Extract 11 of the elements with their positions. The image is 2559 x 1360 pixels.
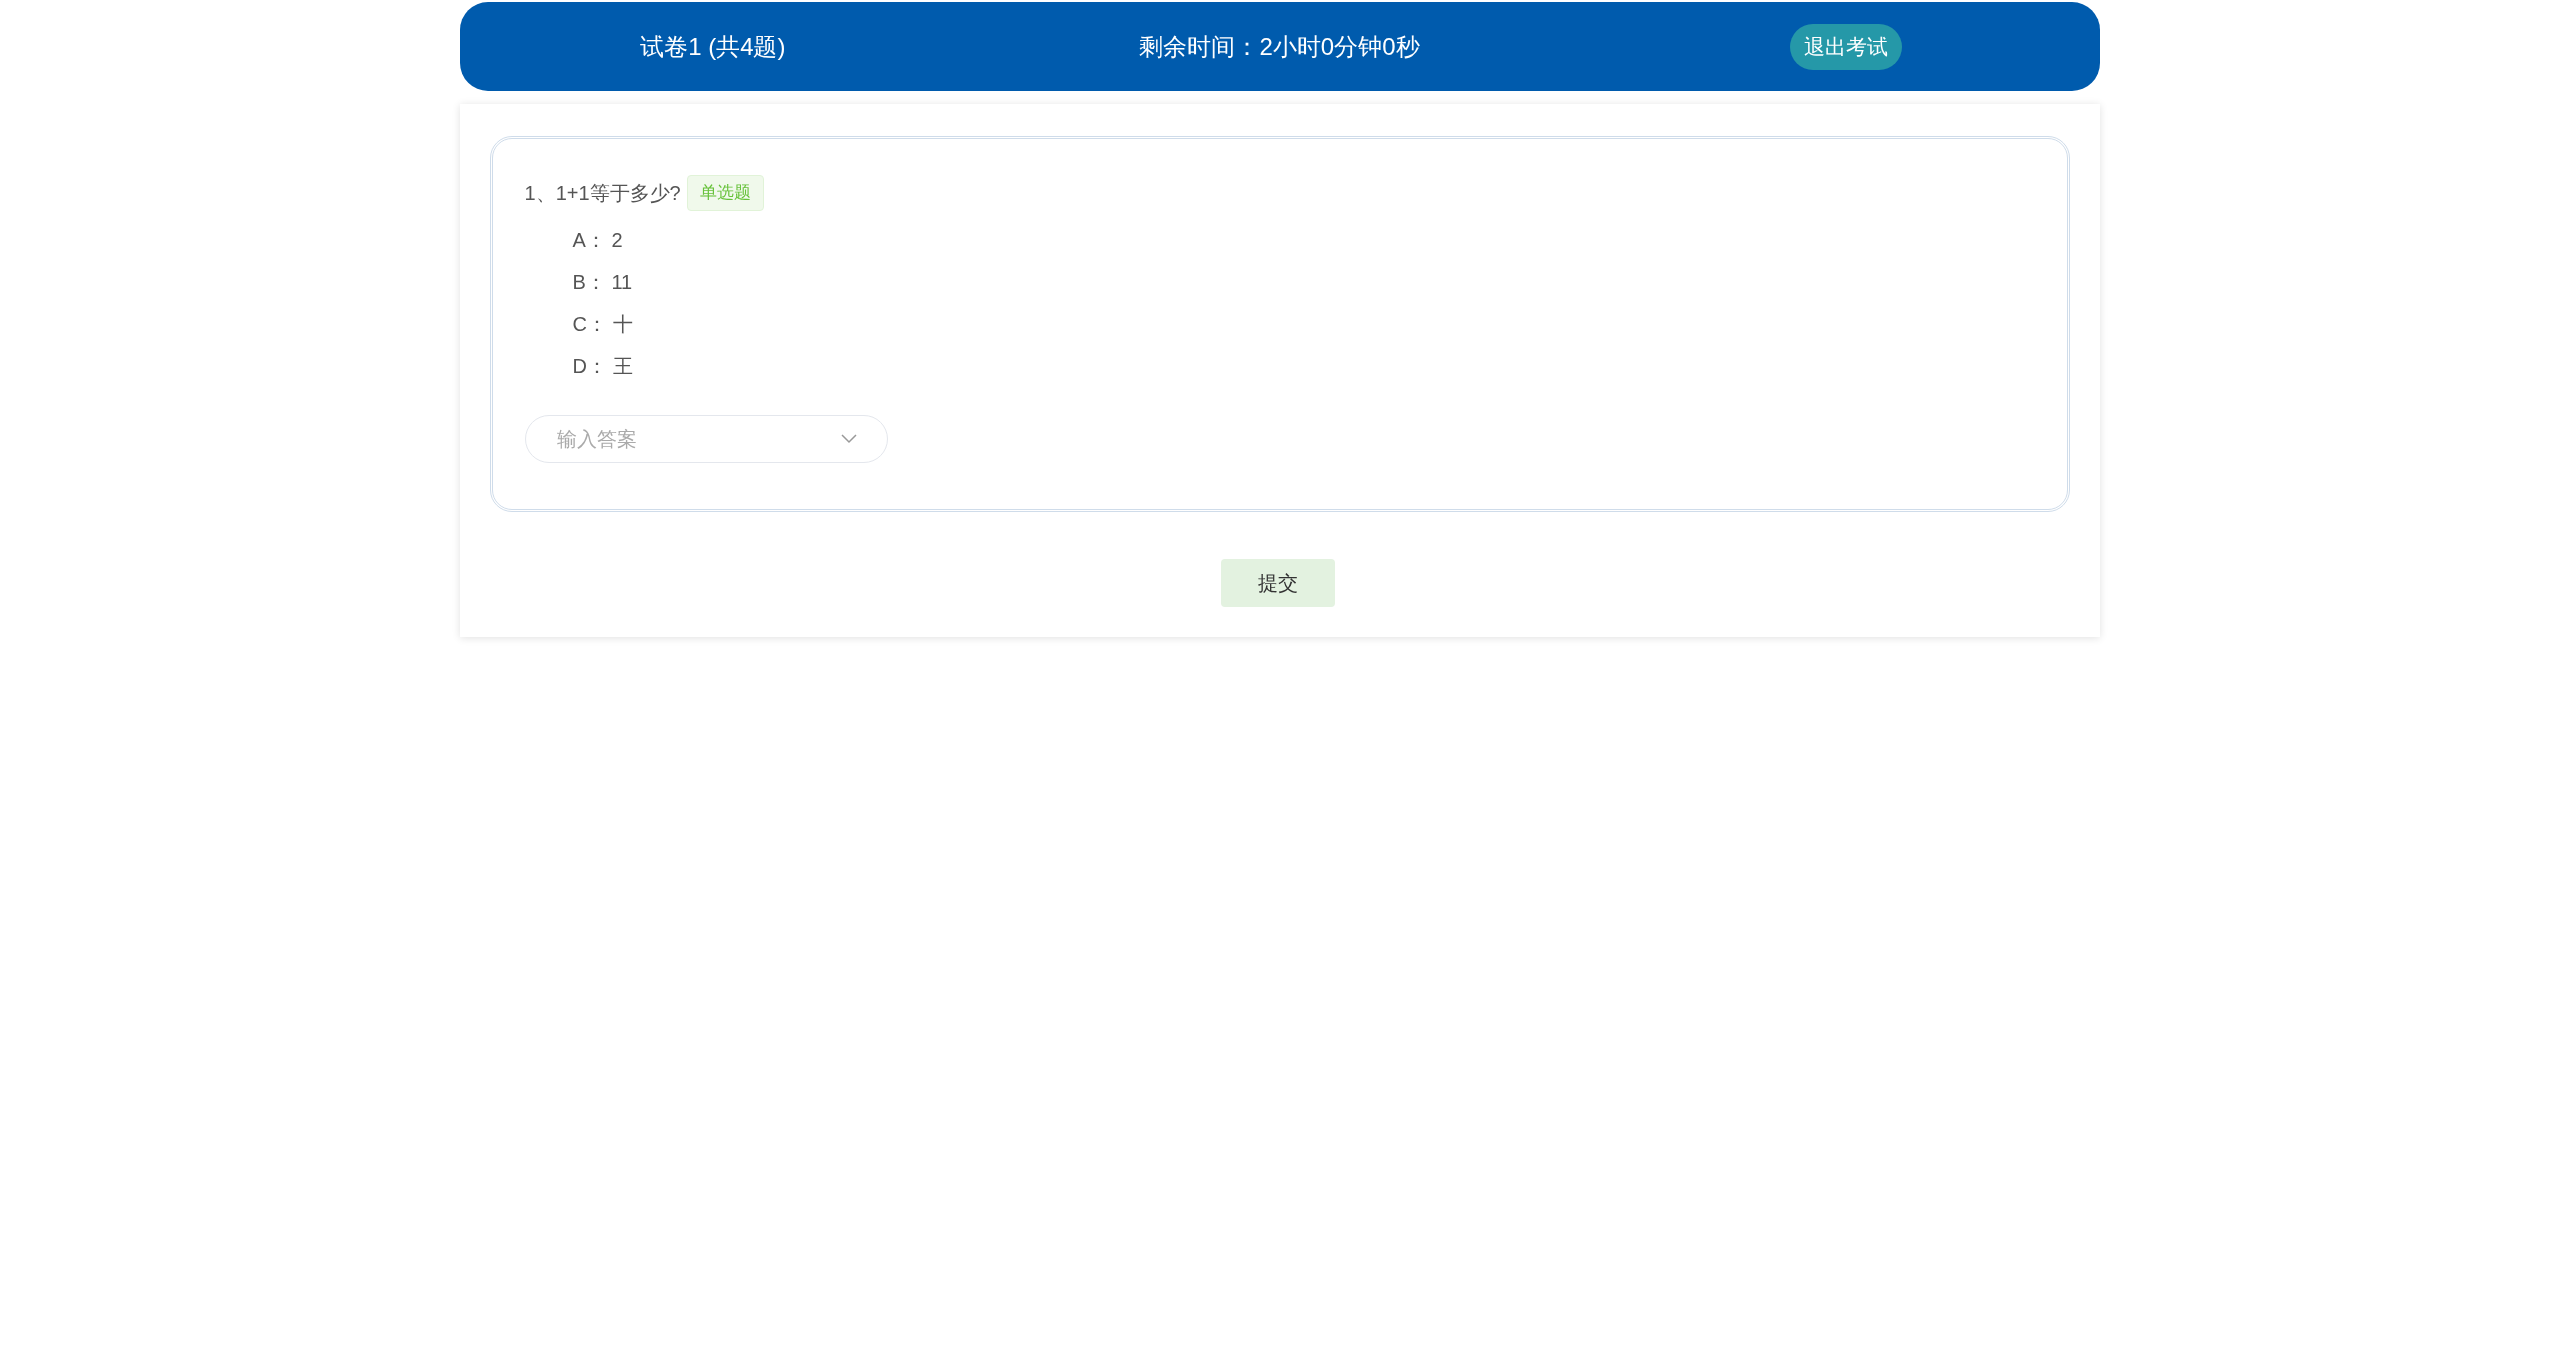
question-text: 1、1+1等于多少?: [524, 180, 681, 206]
submit-button[interactable]: 提交: [1220, 558, 1335, 607]
answer-option: C： 十: [572, 302, 2035, 345]
exit-exam-button[interactable]: 退出考试: [1790, 23, 1903, 70]
answer-option: A： 2: [572, 218, 2035, 261]
answer-option: D： 王: [572, 344, 2035, 387]
question-type-tag: 单选题: [686, 175, 764, 211]
exam-title: 试卷1 (共4题): [640, 31, 786, 62]
chevron-down-icon: [840, 433, 857, 444]
remaining-time: 剩余时间：2小时0分钟0秒: [1139, 31, 1420, 62]
answer-option: B： 11: [572, 260, 2035, 303]
